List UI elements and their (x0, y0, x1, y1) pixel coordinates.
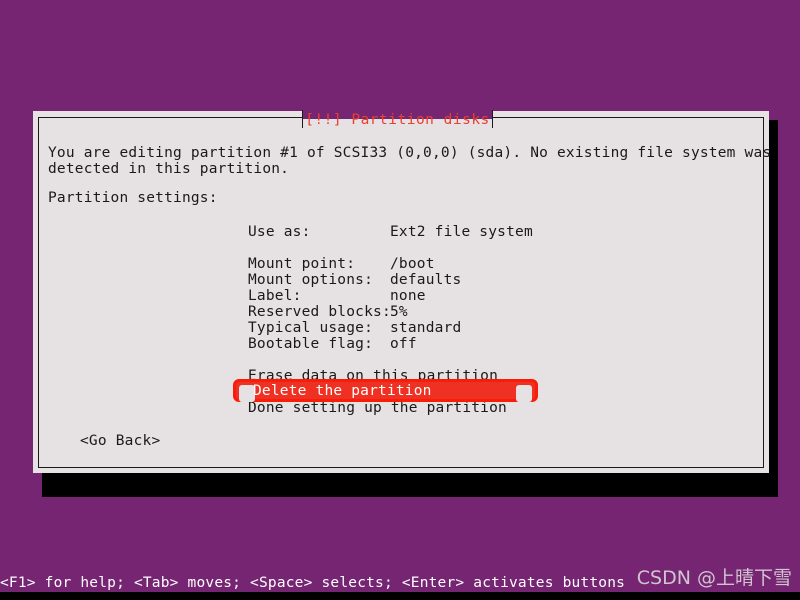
setting-key: Bootable flag: (248, 336, 374, 352)
setting-key (248, 240, 390, 256)
partition-settings-heading: Partition settings: (48, 190, 218, 206)
setting-row-spacer (248, 240, 533, 256)
go-back-button[interactable]: <Go Back> (80, 433, 160, 449)
partition-settings-list: Use as: Ext2 file system Mount point: /b… (248, 224, 533, 352)
setting-key: Typical usage: (248, 320, 374, 336)
setting-key: Use as: (248, 224, 311, 240)
intro-text: You are editing partition #1 of SCSI33 (… (48, 145, 772, 177)
setting-value: none (390, 288, 426, 304)
setting-value: standard (390, 320, 462, 336)
action-done-setting-up[interactable]: Done setting up the partition (248, 400, 507, 416)
setting-row-mount-options[interactable]: Mount options: defaults (248, 272, 533, 288)
setting-key: Mount point: (248, 256, 356, 272)
setting-row-bootable-flag[interactable]: Bootable flag: off (248, 336, 533, 352)
setting-row-label[interactable]: Label: none (248, 288, 533, 304)
csdn-watermark: CSDN @上晴下雪 (636, 567, 792, 589)
installer-screen: [!!] Partition disks You are editing par… (0, 0, 800, 600)
bottom-black-strip (0, 592, 800, 600)
annotation-label: Delete the partition (253, 383, 432, 399)
setting-row-reserved-blocks[interactable]: Reserved blocks: 5% (248, 304, 533, 320)
setting-value: off (390, 336, 417, 352)
setting-key: Reserved blocks: (248, 304, 391, 320)
setting-value: defaults (390, 272, 462, 288)
setting-value (390, 240, 533, 256)
setting-value: 5% (390, 304, 408, 320)
dialog-title: [!!] Partition disks (305, 112, 490, 128)
setting-key: Label: (248, 288, 302, 304)
setting-key: Mount options: (248, 272, 374, 288)
setting-value: Ext2 file system (390, 224, 533, 240)
setting-row-use-as[interactable]: Use as: Ext2 file system (248, 224, 533, 240)
setting-row-mount-point[interactable]: Mount point: /boot (248, 256, 533, 272)
setting-value: /boot (390, 256, 435, 272)
annotation-cap-right (516, 385, 532, 402)
setting-row-typical-usage[interactable]: Typical usage: standard (248, 320, 533, 336)
